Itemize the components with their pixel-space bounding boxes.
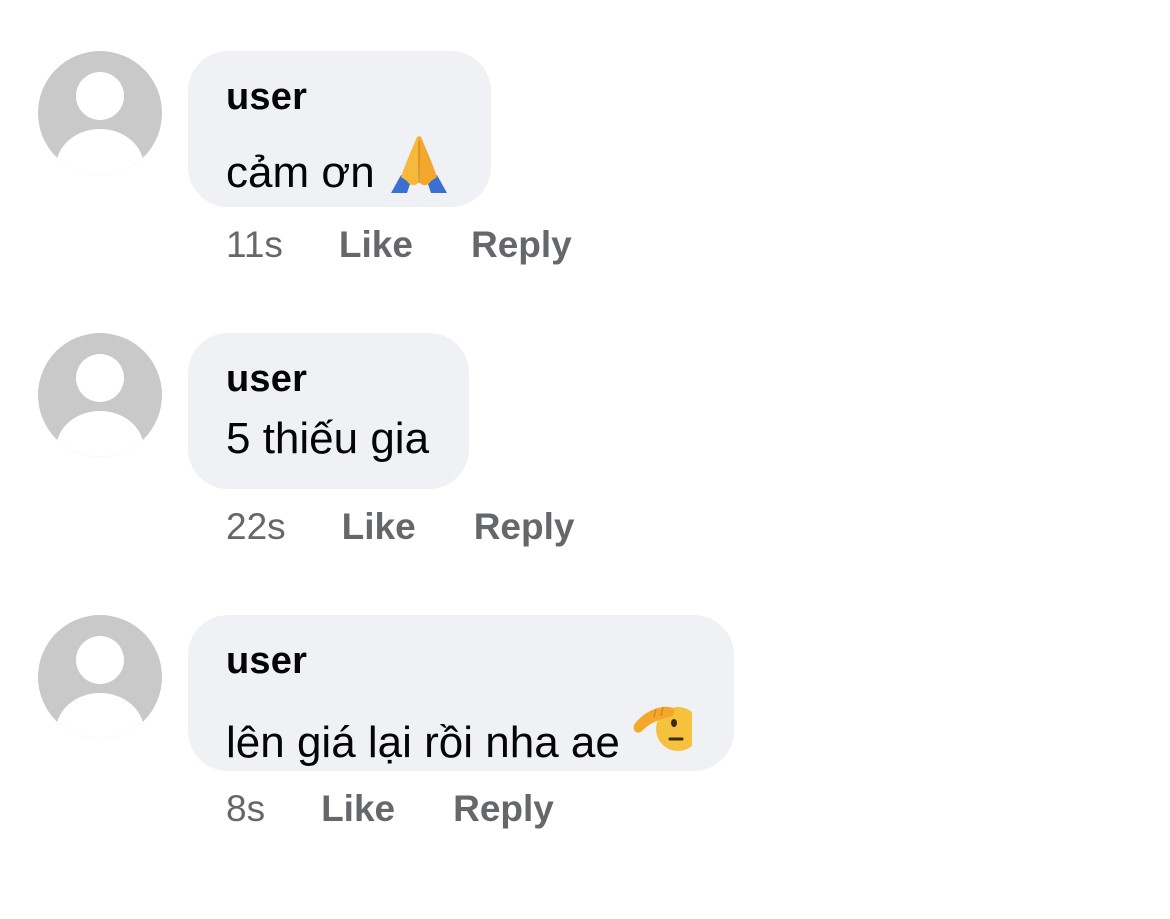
comment-time: 8s	[226, 788, 266, 829]
comment-bubble: user cảm ơn	[188, 51, 491, 207]
avatar[interactable]	[38, 615, 162, 739]
comment-meta: 22s Like Reply	[226, 505, 574, 549]
reply-button[interactable]: Reply	[474, 505, 575, 549]
avatar[interactable]	[38, 333, 162, 457]
reply-button[interactable]: Reply	[453, 787, 554, 831]
comment-meta: 8s Like Reply	[226, 787, 554, 831]
comment-bubble: user lên giá lại rồi nha ae	[188, 615, 734, 771]
comment-text: lên giá lại rồi nha ae	[226, 718, 620, 767]
like-button[interactable]: Like	[342, 505, 416, 549]
folded-hands-icon	[387, 131, 451, 207]
like-button[interactable]: Like	[321, 787, 395, 831]
saluting-face-icon	[632, 695, 692, 767]
comment-time: 11s	[226, 224, 283, 265]
comment-text-line: lên giá lại rồi nha ae	[226, 695, 692, 769]
avatar[interactable]	[38, 51, 162, 175]
default-avatar-icon	[56, 636, 144, 739]
comment-bubble: user 5 thiếu gia	[188, 333, 470, 489]
comment-text: cảm ơn	[226, 148, 375, 197]
comment-author[interactable]: user	[226, 639, 692, 683]
reply-button[interactable]: Reply	[471, 223, 572, 267]
comment-time: 22s	[226, 506, 286, 547]
comment-author[interactable]: user	[226, 357, 429, 401]
default-avatar-icon	[56, 354, 144, 457]
like-button[interactable]: Like	[339, 223, 413, 267]
comment-text-line: cảm ơn	[226, 131, 451, 207]
comment-text: 5 thiếu gia	[226, 414, 430, 463]
default-avatar-icon	[56, 72, 144, 175]
comment-author[interactable]: user	[226, 75, 451, 119]
comment-meta: 11s Like Reply	[226, 223, 572, 267]
